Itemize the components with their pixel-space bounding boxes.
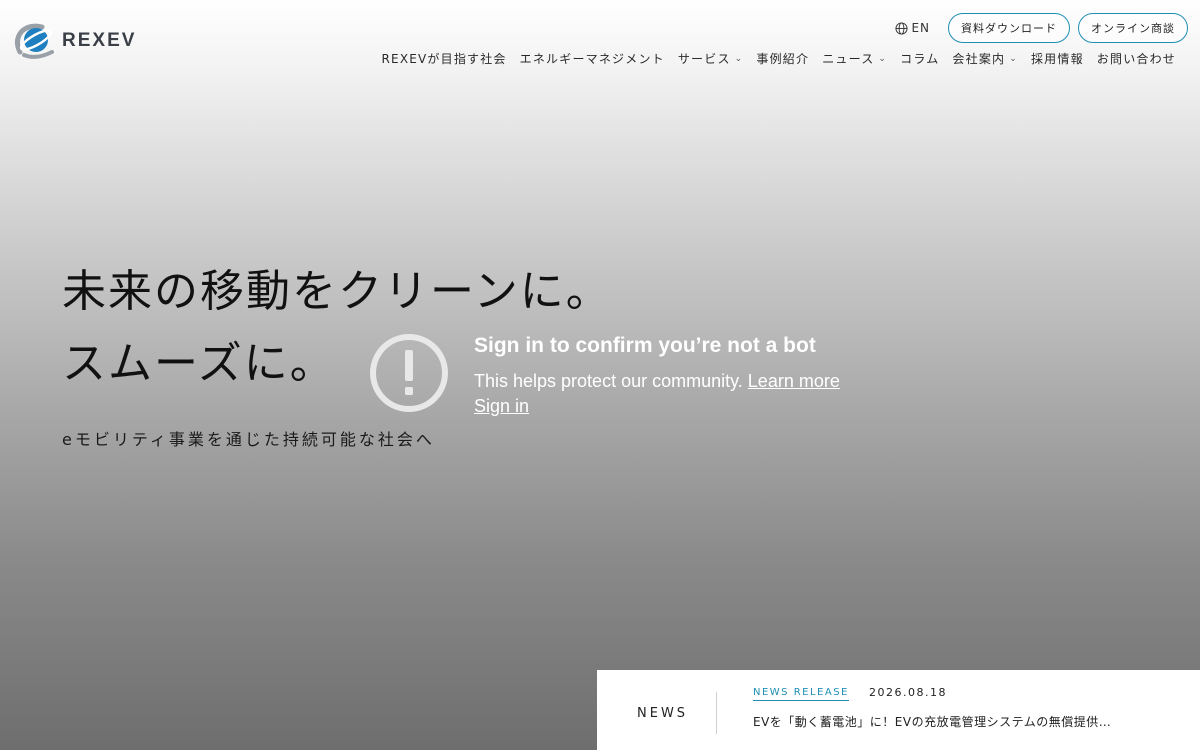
news-label: NEWS xyxy=(637,706,689,721)
language-switch[interactable]: EN xyxy=(895,21,930,35)
hero-title-line1: 未来の移動をクリーンに。 xyxy=(62,266,612,317)
main-nav: REXEVが目指す社会 エネルギーマネジメント サービス ⌄ 事例紹介 ニュース ⌄… xyxy=(382,50,1177,67)
brand-logo[interactable]: REXEV xyxy=(12,22,136,60)
bot-check-notice: Sign in to confirm you’re not a bot This… xyxy=(368,332,840,418)
brand-name: REXEV xyxy=(62,30,137,51)
utility-bar: EN 資料ダウンロード オンライン商談 xyxy=(895,13,1188,43)
news-ticker: NEWS NEWS RELEASE 2026.08.18 EVを「動く蓄電池」に… xyxy=(597,670,1200,750)
online-consultation-button[interactable]: オンライン商談 xyxy=(1078,13,1188,43)
bot-check-title: Sign in to confirm you’re not a bot xyxy=(474,334,816,357)
chevron-down-icon: ⌄ xyxy=(878,53,888,64)
news-date: 2026.08.18 xyxy=(869,686,947,699)
hero-subtitle: eモビリティ事業を通じた持続可能な社会へ xyxy=(62,430,435,449)
chevron-down-icon: ⌄ xyxy=(1009,53,1018,64)
nav-recruit[interactable]: 採用情報 xyxy=(1031,50,1084,67)
nav-services[interactable]: サービス ⌄ xyxy=(678,50,744,67)
nav-news[interactable]: ニュース ⌄ xyxy=(822,50,887,67)
nav-case-studies[interactable]: 事例紹介 xyxy=(756,50,809,67)
nav-contact[interactable]: お問い合わせ xyxy=(1097,50,1176,67)
nav-column[interactable]: コラム xyxy=(900,50,939,67)
nav-energy-management[interactable]: エネルギーマネジメント xyxy=(520,50,665,67)
exclamation-circle-icon xyxy=(370,334,448,412)
logo-mark-icon xyxy=(14,23,54,59)
bot-check-message: This helps protect our community. xyxy=(474,371,743,391)
globe-icon xyxy=(895,21,908,35)
language-label: EN xyxy=(911,21,930,35)
news-category-badge[interactable]: NEWS RELEASE xyxy=(753,687,849,701)
news-headline-link[interactable]: EVを「動く蓄電池」に！EVの充放電管理システムの無償提供… xyxy=(753,713,1173,730)
learn-more-link[interactable]: Learn more xyxy=(748,371,840,391)
nav-company[interactable]: 会社案内 ⌄ xyxy=(952,50,1018,67)
nav-vision[interactable]: REXEVが目指す社会 xyxy=(382,50,507,67)
news-divider xyxy=(716,692,717,734)
chevron-down-icon: ⌄ xyxy=(734,53,744,64)
hero-title-line2: スムーズに。 xyxy=(62,338,336,389)
download-materials-button[interactable]: 資料ダウンロード xyxy=(948,13,1070,43)
sign-in-link[interactable]: Sign in xyxy=(474,394,529,418)
